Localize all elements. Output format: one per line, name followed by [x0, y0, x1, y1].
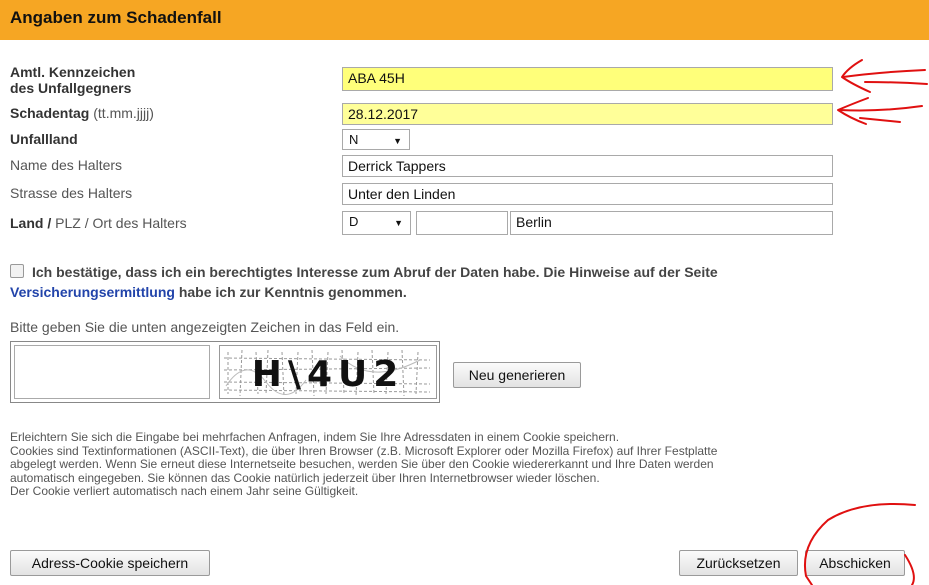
- cookie-info-text: Erleichtern Sie sich die Eingabe bei meh…: [10, 430, 718, 499]
- plate-input[interactable]: ABA 45H: [342, 67, 833, 91]
- captcha-image: H\4U2: [219, 345, 437, 399]
- arrow-annotation: [837, 97, 869, 125]
- section-header: Angaben zum Schadenfall: [0, 0, 929, 40]
- country-select[interactable]: N ▼: [342, 129, 410, 150]
- confirmation-text: Ich bestätige, dass ich ein berechtigtes…: [10, 264, 718, 300]
- owner-city-input[interactable]: Berlin: [510, 211, 833, 235]
- owner-zip-input[interactable]: [416, 211, 508, 235]
- confirmation-checkbox[interactable]: [10, 264, 24, 278]
- owner-country-select[interactable]: D ▼: [342, 211, 411, 235]
- captcha-input[interactable]: [14, 345, 210, 399]
- arrow-annotation: [839, 105, 923, 112]
- arrow-annotation: [842, 69, 926, 78]
- owner-street-label: Strasse des Halters: [10, 185, 133, 201]
- date-label: Schadentag (tt.mm.jjjj): [10, 105, 154, 121]
- arrow-annotation: [864, 81, 928, 85]
- insurance-search-link[interactable]: Versicherungsermittlung: [10, 284, 175, 300]
- circle-annotation: [904, 554, 915, 585]
- reset-button[interactable]: Zurücksetzen: [679, 550, 798, 576]
- arrow-annotation: [841, 59, 871, 93]
- captcha-image-text: H\4U2: [252, 354, 405, 395]
- chevron-down-icon: ▼: [394, 218, 403, 228]
- owner-country-select-value: D: [349, 214, 359, 229]
- country-label: Unfallland: [10, 131, 78, 147]
- captcha-hint: Bitte geben Sie die unten angezeigten Ze…: [10, 319, 400, 335]
- owner-location-label: Land / PLZ / Ort des Halters: [10, 215, 187, 231]
- owner-name-input[interactable]: Derrick Tappers: [342, 155, 833, 177]
- section-title: Angaben zum Schadenfall: [10, 8, 222, 27]
- save-cookie-button[interactable]: Adress-Cookie speichern: [10, 550, 210, 576]
- date-input[interactable]: 28.12.2017: [342, 103, 833, 125]
- owner-name-label: Name des Halters: [10, 157, 123, 173]
- arrow-annotation: [859, 117, 901, 123]
- country-select-value: N: [349, 132, 359, 147]
- plate-label: Amtl. Kennzeichen des Unfallgegners: [10, 64, 136, 96]
- chevron-down-icon: ▼: [393, 136, 402, 146]
- submit-button[interactable]: Abschicken: [805, 550, 905, 576]
- regenerate-captcha-button[interactable]: Neu generieren: [453, 362, 581, 388]
- captcha-container: H\4U2: [10, 341, 440, 403]
- owner-street-input[interactable]: Unter den Linden: [342, 183, 833, 205]
